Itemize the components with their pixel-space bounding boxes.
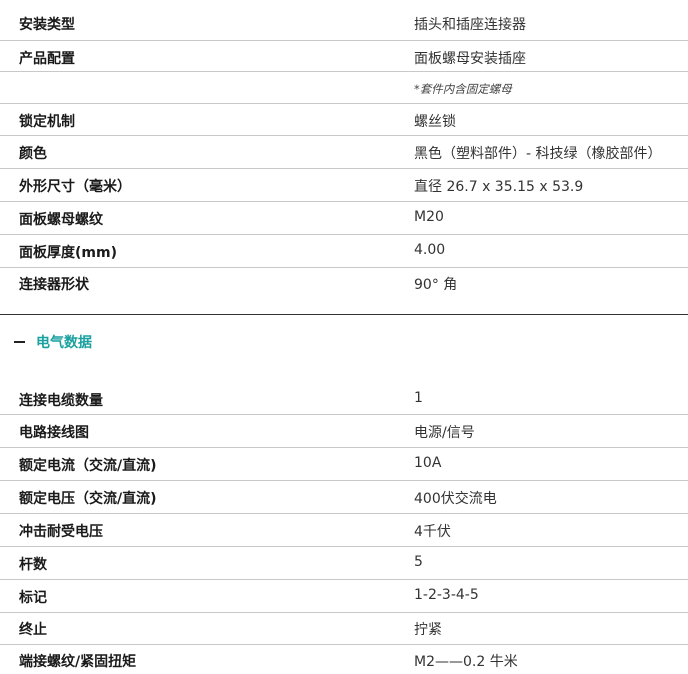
spec-label: 锁定机制 (19, 114, 75, 130)
spec-row: 产品配置 面板螺母安装插座 (0, 41, 688, 72)
spec-row: 端接螺纹/紧固扭矩 M2——0.2 牛米 (0, 645, 688, 674)
spec-label: 额定电压（交流/直流) (19, 491, 157, 507)
spec-row-note: *套件内含固定螺母 (0, 72, 688, 104)
spec-label: 端接螺纹/紧固扭矩 (19, 654, 137, 670)
spec-label: 安装类型 (19, 17, 75, 33)
spec-value: 拧紧 (414, 622, 442, 638)
spec-label: 产品配置 (19, 51, 75, 67)
spec-row: 冲击耐受电压 4千伏 (0, 514, 688, 547)
spec-label: 标记 (19, 590, 47, 606)
spec-value: 直径 26.7 x 35.15 x 53.9 (414, 179, 584, 195)
spec-value: M2——0.2 牛米 (414, 654, 518, 670)
spec-row: 颜色 黑色（塑料部件）- 科技绿（橡胶部件） (0, 136, 688, 169)
spec-label: 冲击耐受电压 (19, 524, 103, 540)
spec-label: 终止 (19, 622, 47, 638)
spec-row: 面板螺母螺纹 M20 (0, 202, 688, 235)
section-divider (0, 314, 688, 315)
spec-value: 面板螺母安装插座 (414, 51, 526, 67)
spec-value: 4.00 (414, 242, 446, 258)
spec-label: 连接器形状 (19, 277, 89, 293)
spec-row: 标记 1-2-3-4-5 (0, 580, 688, 613)
spec-value: 1-2-3-4-5 (414, 587, 479, 603)
spec-value: 黑色（塑料部件）- 科技绿（橡胶部件） (414, 146, 662, 162)
spec-value: 电源/信号 (414, 425, 475, 441)
spec-row: 锁定机制 螺丝锁 (0, 104, 688, 136)
spec-label: 颜色 (19, 146, 47, 162)
spec-label: 面板厚度(mm) (19, 245, 117, 261)
spec-row: 外形尺寸（毫米） 直径 26.7 x 35.15 x 53.9 (0, 169, 688, 202)
spec-row: 安装类型 插头和插座连接器 (0, 0, 688, 41)
spec-row: 面板厚度(mm) 4.00 (0, 235, 688, 268)
spec-row: 连接器形状 90° 角 (0, 268, 688, 300)
spec-row: 额定电流（交流/直流) 10A (0, 448, 688, 481)
spec-note: *套件内含固定螺母 (414, 82, 512, 96)
spec-label: 连接电缆数量 (19, 393, 103, 409)
section-title[interactable]: 电气数据 (36, 332, 92, 352)
spec-value: 螺丝锁 (414, 114, 456, 130)
spec-value: 90° 角 (414, 277, 458, 293)
spec-value: M20 (414, 209, 444, 225)
spec-label: 额定电流（交流/直流) (19, 458, 157, 474)
spec-label: 面板螺母螺纹 (19, 212, 103, 228)
spec-value: 5 (414, 554, 423, 570)
spec-value: 10A (414, 455, 442, 471)
minus-icon[interactable] (14, 341, 25, 343)
spec-row: 连接电缆数量 1 (0, 382, 688, 415)
electrical-section-header[interactable]: 电气数据 (14, 332, 92, 352)
spec-label: 杆数 (19, 557, 47, 573)
spec-label: 外形尺寸（毫米） (19, 179, 131, 195)
spec-value: 1 (414, 390, 423, 406)
spec-value: 插头和插座连接器 (414, 17, 526, 33)
spec-row: 终止 拧紧 (0, 613, 688, 645)
spec-value: 400伏交流电 (414, 491, 497, 507)
spec-value: 4千伏 (414, 524, 451, 540)
spec-row: 杆数 5 (0, 547, 688, 580)
spec-row: 电路接线图 电源/信号 (0, 415, 688, 448)
spec-row: 额定电压（交流/直流) 400伏交流电 (0, 481, 688, 514)
spec-label: 电路接线图 (19, 425, 89, 441)
